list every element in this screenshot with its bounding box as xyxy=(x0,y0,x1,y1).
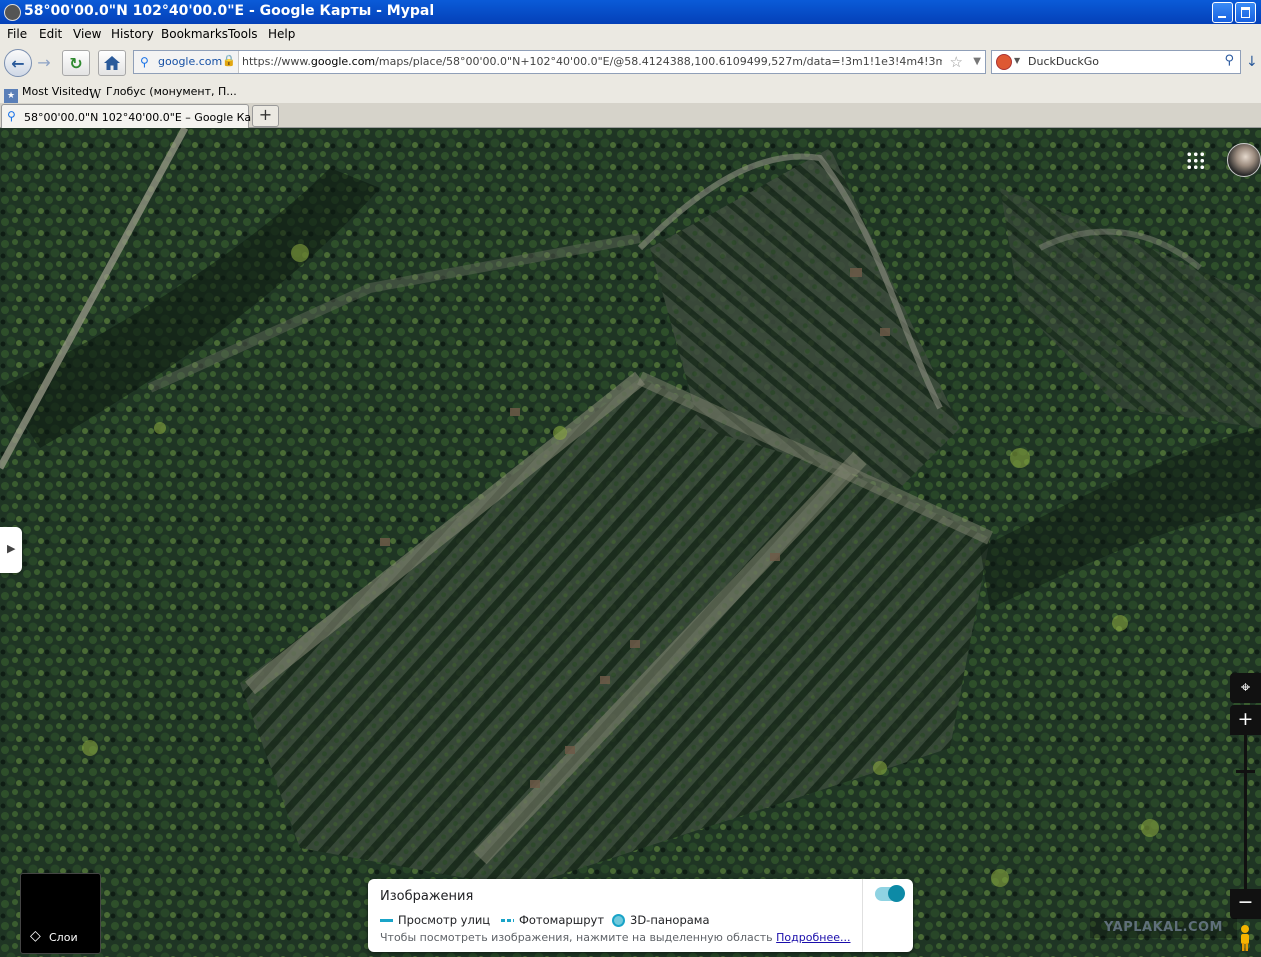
bookmark-folder-icon: ★ xyxy=(4,89,18,103)
legend-street-view: Просмотр улиц xyxy=(380,913,490,927)
forward-arrow-icon: → xyxy=(37,52,51,72)
duckduckgo-icon[interactable] xyxy=(996,54,1012,70)
menu-help[interactable]: Help xyxy=(268,27,295,41)
satellite-map[interactable] xyxy=(0,128,1261,957)
url-text[interactable]: https://www.google.com/maps/place/58°00'… xyxy=(242,55,942,68)
layers-icon: ◇ xyxy=(30,928,41,944)
bookmark-label: Глобус (монумент, П... xyxy=(106,85,237,98)
wikipedia-icon: W xyxy=(88,87,102,101)
mypal-app-icon xyxy=(4,4,21,21)
menu-view[interactable]: View xyxy=(73,27,101,41)
bookmark-star-icon[interactable]: ☆ xyxy=(950,53,963,71)
imagery-hint: Чтобы посмотреть изображения, нажмите на… xyxy=(380,931,850,944)
hint-text: Чтобы посмотреть изображения, нажмите на… xyxy=(380,931,773,944)
search-bar[interactable]: ▼ DuckDuckGo ⚲ xyxy=(991,50,1241,74)
satellite-imagery[interactable] xyxy=(0,128,1261,957)
zoom-out-button[interactable]: − xyxy=(1230,889,1261,919)
imagery-title: Изображения xyxy=(380,889,474,904)
back-button[interactable]: ← xyxy=(4,49,32,77)
search-engine-placeholder: DuckDuckGo xyxy=(1028,55,1099,68)
learn-more-link[interactable]: Подробнее... xyxy=(776,931,850,944)
menu-file[interactable]: File xyxy=(7,27,27,41)
menu-history[interactable]: History xyxy=(111,27,154,41)
solid-line-icon xyxy=(380,918,393,922)
plus-icon: + xyxy=(1237,708,1254,730)
menu-bookmarks[interactable]: Bookmarks xyxy=(161,27,228,41)
imagery-panel: Изображения Просмотр улиц Фотомаршрут 3D… xyxy=(368,879,913,952)
reload-button[interactable]: ↻ xyxy=(62,50,90,76)
bookmark-most-visited[interactable]: ★ Most Visited xyxy=(4,85,89,103)
panel-divider xyxy=(862,879,863,952)
back-arrow-icon: ← xyxy=(11,53,25,73)
home-button[interactable] xyxy=(98,50,126,76)
zoom-slider-thumb[interactable] xyxy=(1236,770,1255,773)
lock-icon: 🔒 xyxy=(222,54,236,67)
window-titlebar: 58°00'00.0"N 102°40'00.0"E - Google Карт… xyxy=(0,0,1261,24)
menu-bar: File Edit View History Bookmarks Tools H… xyxy=(0,24,1261,44)
reload-icon: ↻ xyxy=(69,53,83,73)
maximize-button[interactable] xyxy=(1235,2,1256,23)
forward-button[interactable]: → xyxy=(32,50,56,74)
url-dropdown-icon[interactable]: ▼ xyxy=(973,56,981,67)
account-avatar[interactable] xyxy=(1227,143,1261,177)
imagery-toggle-switch[interactable] xyxy=(875,885,905,902)
toggle-knob xyxy=(888,885,905,902)
minus-icon: − xyxy=(1237,891,1254,913)
zoom-slider-track[interactable] xyxy=(1244,735,1247,889)
home-icon xyxy=(104,56,120,70)
side-panel-toggle[interactable]: ▶ xyxy=(0,527,22,573)
dashed-line-icon xyxy=(501,918,514,922)
crosshair-icon: ⌖ xyxy=(1240,678,1251,698)
layers-button[interactable]: ◇ Слои xyxy=(20,873,101,954)
my-location-button[interactable]: ⌖ xyxy=(1230,673,1261,703)
minimize-button[interactable] xyxy=(1212,2,1233,23)
new-tab-button[interactable]: + xyxy=(252,105,279,127)
layers-label: Слои xyxy=(49,931,78,944)
bookmark-label: Most Visited xyxy=(22,85,89,98)
url-bar[interactable]: ⚲ google.com 🔒 https://www.google.com/ma… xyxy=(133,50,986,74)
menu-edit[interactable]: Edit xyxy=(39,27,62,41)
menu-tools[interactable]: Tools xyxy=(228,27,258,41)
legend-label: Фотомаршрут xyxy=(519,913,605,927)
tab-strip: ⚲ 58°00'00.0"N 102°40'00.0"E – Google Ка… xyxy=(0,103,1261,128)
google-apps-grid-icon[interactable] xyxy=(1186,151,1206,171)
url-prefix: https://www. xyxy=(242,55,311,68)
navigation-toolbar: ← → ↻ ⚲ google.com 🔒 https://www.google.… xyxy=(0,44,1261,81)
legend-photo-route: Фотомаршрут xyxy=(501,913,604,927)
tab-google-maps[interactable]: ⚲ 58°00'00.0"N 102°40'00.0"E – Google Ка… xyxy=(1,104,273,128)
chevron-right-icon: ▶ xyxy=(7,542,16,555)
legend-3d-panorama: 3D-панорама xyxy=(612,913,710,927)
google-maps-pin-icon: ⚲ xyxy=(7,109,16,123)
engine-dropdown-icon[interactable]: ▼ xyxy=(1014,56,1020,65)
download-arrow-icon[interactable]: ↓ xyxy=(1246,54,1258,70)
site-identity-domain: google.com xyxy=(158,55,223,68)
zoom-in-button[interactable]: + xyxy=(1230,705,1261,735)
google-maps-pin-icon: ⚲ xyxy=(140,55,149,69)
url-path: /maps/place/58°00'00.0"N+102°40'00.0"E/@… xyxy=(375,55,942,68)
tab-label: 58°00'00.0"N 102°40'00.0"E – Google Карт… xyxy=(24,111,274,124)
bookmarks-toolbar: ★ Most Visited W Глобус (монумент, П... xyxy=(0,81,1261,103)
window-title: 58°00'00.0"N 102°40'00.0"E - Google Карт… xyxy=(24,3,435,19)
site-identity-button[interactable]: ⚲ google.com 🔒 xyxy=(134,51,239,73)
circle-dot-icon xyxy=(612,913,625,927)
url-host: google.com xyxy=(310,55,376,68)
search-icon[interactable]: ⚲ xyxy=(1224,53,1234,68)
bookmark-globus[interactable]: W Глобус (монумент, П... xyxy=(88,85,237,101)
legend-label: 3D-панорама xyxy=(630,913,710,927)
legend-label: Просмотр улиц xyxy=(398,913,491,927)
pegman-icon[interactable] xyxy=(1237,924,1253,952)
watermark: YAPLAKAL.COM xyxy=(1090,918,1237,938)
